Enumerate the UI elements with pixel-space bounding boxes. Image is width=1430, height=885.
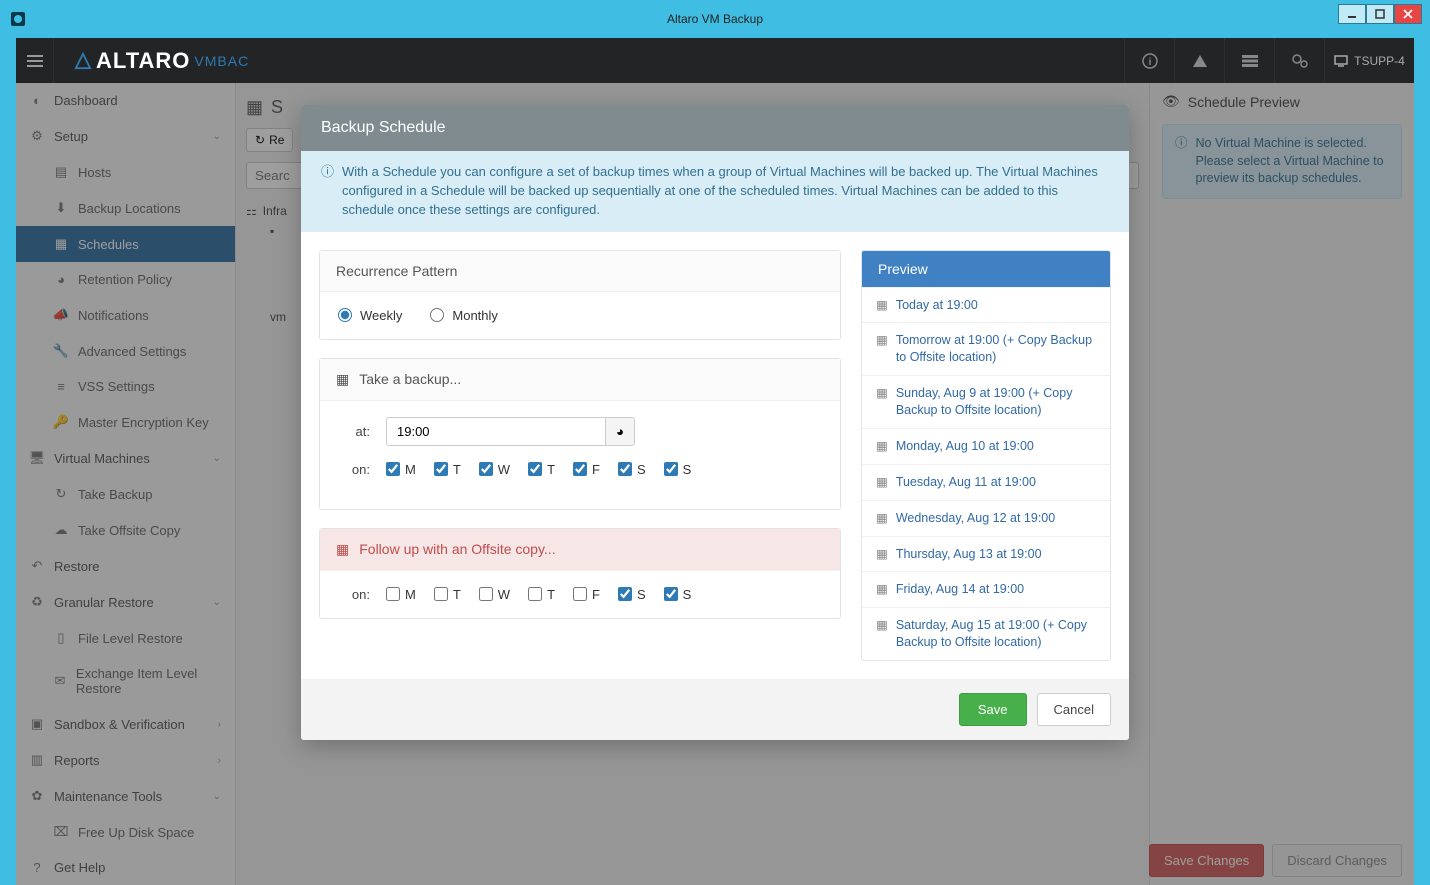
offsite-day-6[interactable]: S	[664, 587, 692, 602]
calendar-icon: ▦	[876, 297, 888, 314]
preview-item-4: ▦Tuesday, Aug 11 at 19:00	[862, 464, 1110, 500]
save-button[interactable]: Save	[959, 693, 1027, 726]
calendar-icon: ▦	[336, 371, 349, 388]
backup-time-input[interactable]	[386, 417, 606, 446]
offsite-day-1[interactable]: T	[434, 587, 461, 602]
maximize-button[interactable]	[1366, 4, 1394, 24]
gears-icon[interactable]	[1274, 38, 1324, 83]
calendar-icon: ▦	[876, 510, 888, 527]
backup-card-title: ▦ Take a backup...	[320, 359, 840, 401]
minimize-button[interactable]	[1338, 4, 1366, 24]
offsite-card: ▦ Follow up with an Offsite copy... on: …	[319, 528, 841, 619]
preview-item-5: ▦Wednesday, Aug 12 at 19:00	[862, 500, 1110, 536]
on-label-offsite: on:	[338, 587, 370, 602]
backup-schedule-modal: Backup Schedule ⓘ With a Schedule you ca…	[301, 105, 1129, 740]
calendar-icon: ▦	[876, 546, 888, 563]
host-label[interactable]: TSUPP-4	[1324, 38, 1414, 83]
preview-item-3: ▦Monday, Aug 10 at 19:00	[862, 428, 1110, 464]
preview-panel: Preview ▦Today at 19:00▦Tomorrow at 19:0…	[861, 250, 1111, 662]
preview-item-6: ▦Thursday, Aug 13 at 19:00	[862, 536, 1110, 572]
calendar-icon: ▦	[876, 385, 888, 419]
offsite-day-0[interactable]: M	[386, 587, 416, 602]
window-title: Altaro VM Backup	[667, 12, 763, 26]
calendar-icon: ▦	[876, 474, 888, 491]
info-icon: ⓘ	[321, 163, 334, 220]
clock-icon: ◕	[616, 424, 624, 439]
backup-day-6[interactable]: S	[664, 462, 692, 477]
offsite-card-title: ▦ Follow up with an Offsite copy...	[320, 529, 840, 571]
close-button[interactable]	[1394, 4, 1422, 24]
backup-day-1[interactable]: T	[434, 462, 461, 477]
radio-weekly[interactable]: Weekly	[338, 308, 402, 323]
on-label: on:	[338, 462, 370, 477]
topbar: ALTARO VMBAC i TSUPP-4	[16, 38, 1414, 83]
info-icon[interactable]: i	[1124, 38, 1174, 83]
menu-toggle-button[interactable]	[16, 38, 54, 83]
backup-day-5[interactable]: S	[618, 462, 646, 477]
calendar-icon: ▦	[876, 332, 888, 366]
app-icon	[10, 11, 26, 27]
svg-text:i: i	[1148, 57, 1151, 68]
list-icon[interactable]	[1224, 38, 1274, 83]
calendar-icon: ▦	[336, 541, 349, 558]
calendar-icon: ▦	[876, 581, 888, 598]
preview-item-7: ▦Friday, Aug 14 at 19:00	[862, 571, 1110, 607]
logo: ALTARO VMBAC	[74, 48, 249, 74]
offsite-day-4[interactable]: F	[573, 587, 600, 602]
warning-icon[interactable]	[1174, 38, 1224, 83]
preview-item-0: ▦Today at 19:00	[862, 287, 1110, 323]
recurrence-title: Recurrence Pattern	[320, 251, 840, 292]
titlebar: Altaro VM Backup	[8, 8, 1422, 30]
modal-title: Backup Schedule	[301, 105, 1129, 151]
time-picker-button[interactable]: ◕	[606, 417, 635, 446]
calendar-icon: ▦	[876, 438, 888, 455]
logo-text: ALTARO	[96, 48, 190, 74]
preview-item-2: ▦Sunday, Aug 9 at 19:00 (+ Copy Backup t…	[862, 375, 1110, 428]
modal-info: ⓘ With a Schedule you can configure a se…	[301, 151, 1129, 232]
modal-overlay: Backup Schedule ⓘ With a Schedule you ca…	[16, 83, 1414, 885]
backup-day-4[interactable]: F	[573, 462, 600, 477]
backup-day-0[interactable]: M	[386, 462, 416, 477]
preview-item-1: ▦Tomorrow at 19:00 (+ Copy Backup to Off…	[862, 322, 1110, 375]
offsite-day-3[interactable]: T	[528, 587, 555, 602]
cancel-button[interactable]: Cancel	[1037, 693, 1111, 726]
radio-monthly[interactable]: Monthly	[430, 308, 498, 323]
logo-subtext: VMBAC	[194, 53, 249, 69]
recurrence-card: Recurrence Pattern Weekly Monthly	[319, 250, 841, 340]
at-label: at:	[338, 424, 370, 439]
calendar-icon: ▦	[876, 617, 888, 651]
offsite-day-5[interactable]: S	[618, 587, 646, 602]
preview-item-8: ▦Saturday, Aug 15 at 19:00 (+ Copy Backu…	[862, 607, 1110, 660]
backup-day-2[interactable]: W	[479, 462, 510, 477]
offsite-day-2[interactable]: W	[479, 587, 510, 602]
backup-card: ▦ Take a backup... at: ◕	[319, 358, 841, 510]
preview-panel-title: Preview	[862, 251, 1110, 287]
backup-day-3[interactable]: T	[528, 462, 555, 477]
